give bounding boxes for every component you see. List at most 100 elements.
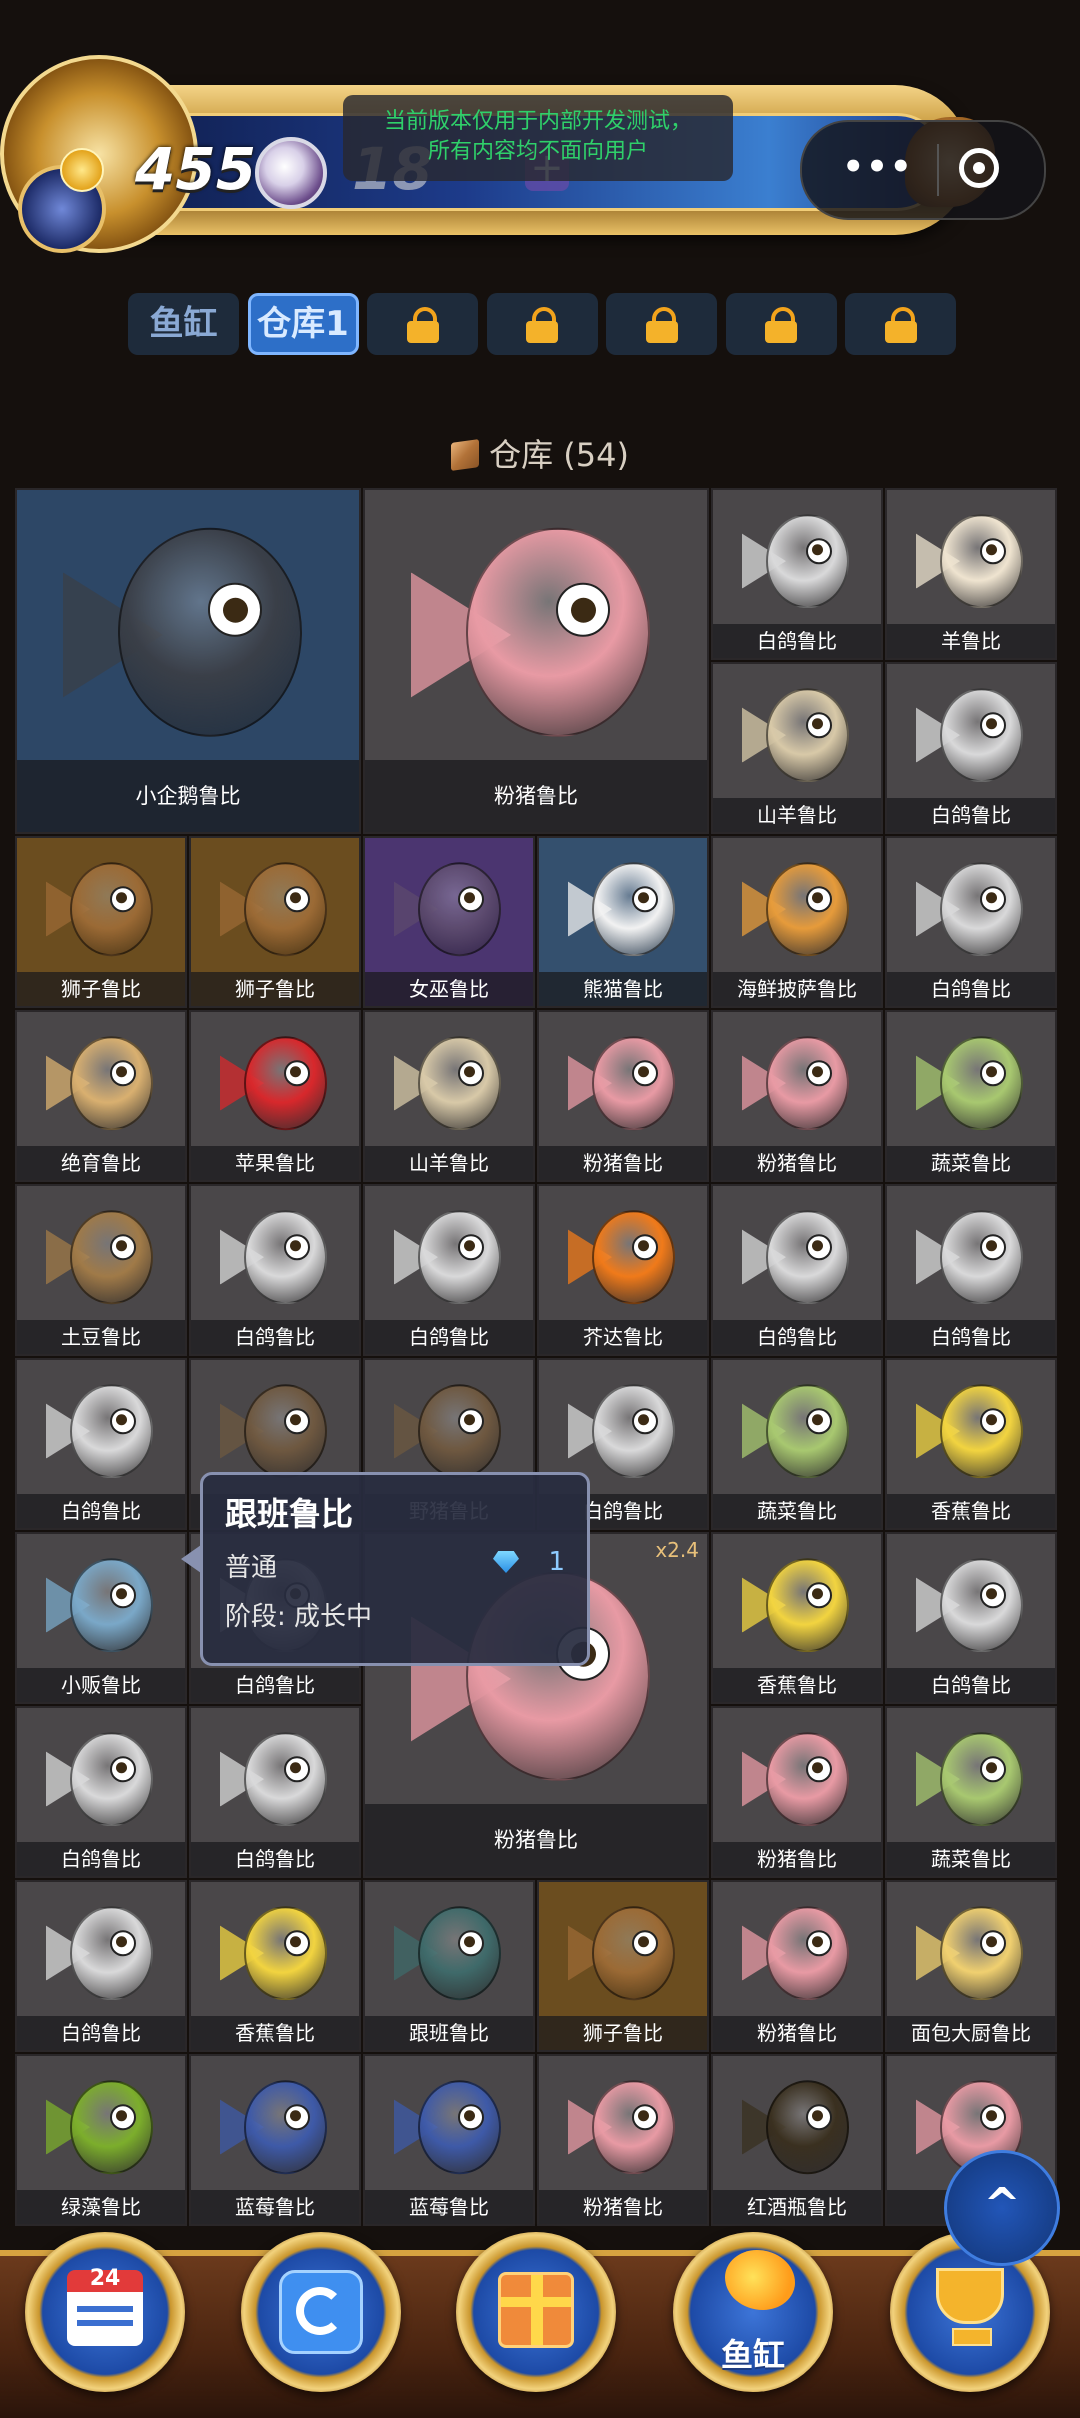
- fish-icon: [916, 1905, 1026, 2000]
- fish-slot[interactable]: 蓝莓鲁比: [189, 2054, 361, 2226]
- tooltip-rarity: 普通: [225, 1553, 278, 1583]
- fish-slot[interactable]: 女巫鲁比: [363, 836, 535, 1008]
- fish-slot[interactable]: 香蕉鲁比: [711, 1532, 883, 1704]
- fish-name: 芥达鲁比: [539, 1320, 707, 1354]
- fish-icon: [568, 1035, 678, 1130]
- fish-slot[interactable]: 白鸽鲁比: [15, 1358, 187, 1530]
- fish-slot[interactable]: 白鸽鲁比: [15, 1706, 187, 1878]
- fish-slot[interactable]: 山羊鲁比: [363, 1010, 535, 1182]
- fish-slot[interactable]: 蔬菜鲁比: [885, 1706, 1057, 1878]
- fish-slot[interactable]: 粉猪鲁比: [363, 488, 709, 834]
- fish-slot[interactable]: 香蕉鲁比: [189, 1880, 361, 2052]
- fish-icon: [742, 1905, 852, 2000]
- fish-slot[interactable]: 粉猪鲁比: [711, 1706, 883, 1878]
- fish-slot[interactable]: 白鸽鲁比: [885, 662, 1057, 834]
- fish-icon: [46, 1035, 156, 1130]
- fish-slot[interactable]: 白鸽鲁比: [189, 1184, 361, 1356]
- fish-icon: [46, 2079, 156, 2174]
- fish-tooltip: 跟班鲁比 普通 1 阶段: 成长中: [181, 1472, 590, 1666]
- tooltip-gem-count: 1: [548, 1547, 565, 1577]
- fish-slot[interactable]: 蔬菜鲁比: [885, 1010, 1057, 1182]
- fish-slot[interactable]: 粉猪鲁比: [711, 1880, 883, 2052]
- goldfish-icon: [725, 2250, 795, 2310]
- fish-slot[interactable]: 粉猪鲁比: [537, 1010, 709, 1182]
- fish-icon: [568, 1209, 678, 1304]
- coin-icon: [60, 148, 104, 192]
- lock-icon: [645, 307, 678, 343]
- fish-slot[interactable]: 白鸽鲁比: [711, 1184, 883, 1356]
- fish-slot[interactable]: 绝育鲁比: [15, 1010, 187, 1182]
- fish-slot[interactable]: 粉猪鲁比: [711, 1010, 883, 1182]
- close-target-icon[interactable]: [959, 148, 999, 188]
- fish-grid: 小企鹅鲁比 粉猪鲁比 白鸽鲁比 羊鲁比 山羊鲁比 白鸽鲁比 狮子鲁比 狮子鲁比 女巫鲁比 熊猫鲁比…: [15, 488, 1057, 2226]
- fish-name: 山羊鲁比: [713, 798, 881, 832]
- fishtank-label: 鱼缸: [720, 2336, 785, 2374]
- fish-slot[interactable]: 白鸽鲁比: [885, 1184, 1057, 1356]
- daily-calendar-button[interactable]: 24: [25, 2232, 185, 2392]
- fish-name: 粉猪鲁比: [365, 760, 707, 832]
- fish-name: 白鸽鲁比: [713, 624, 881, 658]
- fish-slot[interactable]: 小贩鲁比: [15, 1532, 187, 1704]
- coin-amount: 455: [135, 135, 257, 203]
- fish-slot[interactable]: 狮子鲁比: [15, 836, 187, 1008]
- tab-locked-3[interactable]: [486, 293, 598, 355]
- fish-name: 蔬菜鲁比: [887, 1146, 1055, 1180]
- fish-name: 土豆鲁比: [17, 1320, 185, 1354]
- scroll-to-top-button[interactable]: ^: [944, 2150, 1060, 2266]
- fishtank-button[interactable]: 鱼缸: [673, 2232, 833, 2392]
- fish-name: 白鸽鲁比: [887, 972, 1055, 1006]
- fish-name: 粉猪鲁比: [365, 1804, 707, 1876]
- fish-icon: [916, 1731, 1026, 1826]
- fish-icon: [411, 527, 661, 740]
- fish-slot[interactable]: 蓝莓鲁比: [363, 2054, 535, 2226]
- tab-0[interactable]: 鱼缸: [128, 293, 239, 355]
- fish-name: 狮子鲁比: [539, 2016, 707, 2050]
- fish-slot[interactable]: 海鲜披萨鲁比: [711, 836, 883, 1008]
- fish-icon: [46, 861, 156, 956]
- fish-slot[interactable]: 白鸽鲁比: [885, 836, 1057, 1008]
- fish-slot[interactable]: 白鸽鲁比: [15, 1880, 187, 2052]
- fish-slot[interactable]: 红酒瓶鲁比: [711, 2054, 883, 2226]
- fish-name: 香蕉鲁比: [191, 2016, 359, 2050]
- fish-icon: [742, 1209, 852, 1304]
- fish-slot[interactable]: 白鸽鲁比: [189, 1706, 361, 1878]
- tab-locked-2[interactable]: [367, 293, 478, 355]
- tab-locked-4[interactable]: [606, 293, 717, 355]
- fish-slot[interactable]: 绿藻鲁比: [15, 2054, 187, 2226]
- fish-slot[interactable]: 白鸽鲁比: [711, 488, 883, 660]
- fish-slot[interactable]: 狮子鲁比: [537, 1880, 709, 2052]
- gift-icon: [498, 2272, 574, 2348]
- fish-slot[interactable]: 熊猫鲁比: [537, 836, 709, 1008]
- fish-icon: [568, 861, 678, 956]
- refresh-button[interactable]: [241, 2232, 401, 2392]
- fish-icon: [742, 861, 852, 956]
- tab-1[interactable]: 仓库1: [247, 293, 359, 355]
- fish-slot[interactable]: 跟班鲁比: [363, 1880, 535, 2052]
- fish-slot[interactable]: 狮子鲁比: [189, 836, 361, 1008]
- fish-name: 绝育鲁比: [17, 1146, 185, 1180]
- dev-notice-line1: 当前版本仅用于内部开发测试，: [383, 109, 692, 134]
- fish-icon: [394, 1383, 504, 1478]
- fish-slot[interactable]: 面包大厨鲁比: [885, 1880, 1057, 2052]
- fish-slot[interactable]: 蔬菜鲁比: [711, 1358, 883, 1530]
- gift-button[interactable]: [456, 2232, 616, 2392]
- tab-locked-5[interactable]: [725, 293, 837, 355]
- fish-slot[interactable]: 苹果鲁比: [189, 1010, 361, 1182]
- fish-slot[interactable]: 香蕉鲁比: [885, 1358, 1057, 1530]
- trophy-base: [952, 2328, 992, 2346]
- fish-name: 白鸽鲁比: [887, 1320, 1055, 1354]
- lock-icon: [765, 307, 797, 343]
- fish-slot[interactable]: 芥达鲁比: [537, 1184, 709, 1356]
- fish-slot[interactable]: 小企鹅鲁比: [15, 488, 361, 834]
- more-button[interactable]: •••: [832, 146, 924, 194]
- fish-name: 海鲜披萨鲁比: [713, 972, 881, 1006]
- fish-slot[interactable]: 白鸽鲁比: [885, 1532, 1057, 1704]
- fish-slot[interactable]: 粉猪鲁比: [537, 2054, 709, 2226]
- lock-icon: [526, 307, 558, 343]
- diamond-icon: [493, 1551, 519, 1573]
- fish-slot[interactable]: 山羊鲁比: [711, 662, 883, 834]
- fish-slot[interactable]: 土豆鲁比: [15, 1184, 187, 1356]
- fish-slot[interactable]: 白鸽鲁比: [363, 1184, 535, 1356]
- tab-locked-6[interactable]: [845, 293, 956, 355]
- fish-slot[interactable]: 羊鲁比: [885, 488, 1057, 660]
